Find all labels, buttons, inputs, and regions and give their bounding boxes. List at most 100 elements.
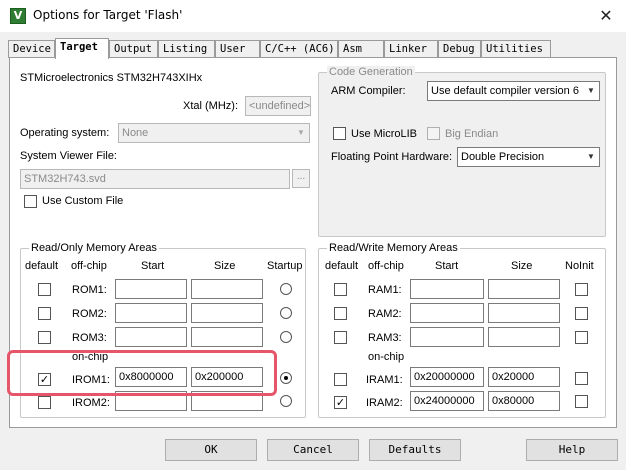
chevron-down-icon: ▼ [587, 86, 595, 95]
chevron-down-icon: ▼ [297, 128, 305, 137]
title-bar: V Options for Target 'Flash' ✕ [0, 0, 626, 32]
rom3-start-field[interactable] [115, 327, 187, 347]
arm-compiler-label: ARM Compiler: [331, 85, 406, 97]
rom-header-size: Size [214, 260, 236, 272]
ram-header-default: default [325, 260, 359, 272]
ram2-default-checkbox[interactable] [334, 307, 347, 320]
ram1-noinit-checkbox[interactable] [575, 283, 588, 296]
svd-field[interactable]: STM32H743.svd [20, 169, 290, 189]
rom1-size-field[interactable] [191, 279, 263, 299]
device-name: STMicroelectronics STM32H743XIHx [20, 72, 203, 84]
iram1-default-checkbox[interactable] [334, 373, 347, 386]
use-custom-file-label: Use Custom File [42, 195, 124, 207]
ram3-noinit-checkbox[interactable] [575, 331, 588, 344]
ram3-default-checkbox[interactable] [334, 331, 347, 344]
rom-areas-title: Read/Only Memory Areas [29, 242, 159, 254]
ram1-default-checkbox[interactable] [334, 283, 347, 296]
arm-compiler-value: Use default compiler version 6 [431, 85, 579, 97]
fpu-select[interactable]: Double Precision ▼ [457, 147, 600, 167]
annotation-highlight [7, 350, 277, 396]
tab-debug[interactable]: Debug [438, 40, 481, 58]
iram2-noinit-checkbox[interactable] [575, 395, 588, 408]
ram2-size-field[interactable] [488, 303, 560, 323]
rom3-default-checkbox[interactable] [38, 331, 51, 344]
operating-system-label: Operating system: [20, 127, 110, 139]
tab-output[interactable]: Output [109, 40, 158, 58]
iram1-start-field[interactable]: 0x20000000 [410, 367, 484, 387]
tab-device[interactable]: Device [8, 40, 55, 58]
big-endian-checkbox[interactable] [427, 127, 440, 140]
rom2-start-field[interactable] [115, 303, 187, 323]
tab-utilities[interactable]: Utilities [481, 40, 551, 58]
ram2-noinit-checkbox[interactable] [575, 307, 588, 320]
svd-label: System Viewer File: [20, 150, 117, 162]
ram2-label: RAM2: [368, 308, 402, 320]
code-generation-group: Code Generation ARM Compiler: Use defaul… [318, 66, 606, 237]
window-title: Options for Target 'Flash' [33, 8, 183, 22]
rom2-label: ROM2: [72, 308, 107, 320]
help-button[interactable]: Help [526, 439, 618, 461]
iram1-noinit-checkbox[interactable] [575, 372, 588, 385]
ram3-start-field[interactable] [410, 327, 484, 347]
arm-compiler-select[interactable]: Use default compiler version 6 ▼ [427, 81, 600, 101]
code-generation-title: Code Generation [327, 66, 415, 78]
use-microlib-checkbox[interactable] [333, 127, 346, 140]
iram1-label: IRAM1: [366, 374, 403, 386]
irom2-startup-radio[interactable] [280, 395, 292, 407]
chevron-down-icon: ▼ [587, 152, 595, 161]
rom3-size-field[interactable] [191, 327, 263, 347]
iram2-size-field[interactable]: 0x80000 [488, 391, 560, 411]
rom3-label: ROM3: [72, 332, 107, 344]
close-icon[interactable]: ✕ [596, 6, 616, 26]
irom1-startup-radio[interactable] [280, 372, 292, 384]
xtal-field[interactable]: <undefined> [245, 96, 311, 116]
operating-system-select[interactable]: None ▼ [118, 123, 310, 143]
rom3-startup-radio[interactable] [280, 331, 292, 343]
ram2-start-field[interactable] [410, 303, 484, 323]
ram-header-size: Size [511, 260, 533, 272]
iram1-size-field[interactable]: 0x20000 [488, 367, 560, 387]
ram1-start-field[interactable] [410, 279, 484, 299]
rom1-label: ROM1: [72, 284, 107, 296]
cancel-button[interactable]: Cancel [267, 439, 359, 461]
irom2-default-checkbox[interactable] [38, 396, 51, 409]
tab-linker[interactable]: Linker [384, 40, 438, 58]
rom1-start-field[interactable] [115, 279, 187, 299]
iram2-default-checkbox[interactable]: ✓ [334, 396, 347, 409]
keil-app-icon: V [10, 8, 26, 24]
iram2-label: IRAM2: [366, 397, 403, 409]
tab-target[interactable]: Target [55, 38, 109, 59]
irom2-label: IROM2: [72, 397, 110, 409]
ram3-size-field[interactable] [488, 327, 560, 347]
ram-onchip-label: on-chip [368, 351, 405, 363]
ok-button[interactable]: OK [165, 439, 257, 461]
xtal-label: Xtal (MHz): [183, 100, 238, 112]
tab-cpp[interactable]: C/C++ (AC6) [260, 40, 338, 58]
rom1-startup-radio[interactable] [280, 283, 292, 295]
use-custom-file-checkbox[interactable] [24, 195, 37, 208]
tab-user[interactable]: User [215, 40, 260, 58]
ram-areas-title: Read/Write Memory Areas [327, 242, 460, 254]
tab-asm[interactable]: Asm [338, 40, 384, 58]
ram-areas-group: Read/Write Memory Areas default off-chip… [318, 242, 606, 418]
rom1-default-checkbox[interactable] [38, 283, 51, 296]
iram2-start-field[interactable]: 0x24000000 [410, 391, 484, 411]
ram3-label: RAM3: [368, 332, 402, 344]
rom2-startup-radio[interactable] [280, 307, 292, 319]
fpu-value: Double Precision [461, 151, 545, 163]
ram-header-start: Start [435, 260, 459, 272]
ram-header-offchip: off-chip [368, 260, 404, 272]
ram1-size-field[interactable] [488, 279, 560, 299]
fpu-label: Floating Point Hardware: [331, 151, 453, 163]
rom-header-offchip: off-chip [71, 260, 107, 272]
ram1-label: RAM1: [368, 284, 402, 296]
ram-header-noinit: NoInit [565, 260, 594, 272]
operating-system-value: None [122, 127, 149, 139]
svd-browse-button[interactable]: ... [292, 169, 310, 188]
defaults-button[interactable]: Defaults [369, 439, 461, 461]
rom-header-start: Start [141, 260, 165, 272]
rom2-size-field[interactable] [191, 303, 263, 323]
tab-listing[interactable]: Listing [158, 40, 215, 58]
rom-header-default: default [25, 260, 59, 272]
rom2-default-checkbox[interactable] [38, 307, 51, 320]
